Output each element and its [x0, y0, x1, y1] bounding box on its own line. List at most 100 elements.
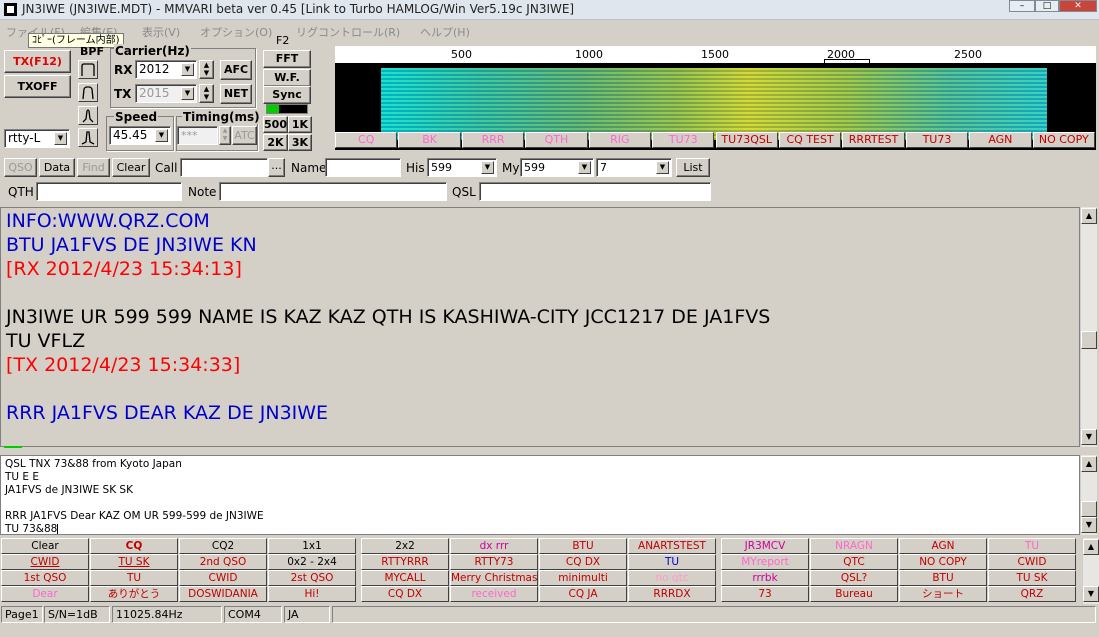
- waterfall-macro-button[interactable]: CQ TEST: [778, 132, 842, 148]
- macro-button[interactable]: RTTYRRR: [361, 554, 449, 570]
- call-input[interactable]: [180, 158, 268, 177]
- bpf-very-narrow-icon[interactable]: [78, 128, 98, 147]
- my-report-select[interactable]: 599 ▼: [520, 158, 594, 177]
- chevron-down-icon[interactable]: ▼: [656, 161, 669, 174]
- macro-button[interactable]: Merry Christmas: [450, 570, 538, 586]
- waterfall-macro-button[interactable]: AGN: [969, 132, 1032, 148]
- net-button[interactable]: NET: [220, 84, 252, 104]
- macro-button[interactable]: rrrbk: [721, 570, 809, 586]
- waterfall-macro-button[interactable]: QTH: [525, 132, 588, 148]
- macro-button[interactable]: 1st QSO: [1, 570, 89, 586]
- bpf-medium-icon[interactable]: [78, 83, 98, 102]
- waterfall-macro-button[interactable]: RRR: [461, 132, 525, 148]
- macro-button[interactable]: CQ JA: [539, 586, 627, 602]
- receive-text-area[interactable]: INFO:WWW.QRZ.COM BTU JA1FVS DE JN3IWE KN[…: [0, 207, 1080, 447]
- waterfall-macro-button[interactable]: BK: [398, 132, 461, 148]
- chevron-down-icon[interactable]: ▼: [1081, 517, 1097, 533]
- waterfall-macro-button[interactable]: RRRTEST: [842, 132, 905, 148]
- macro-button[interactable]: NO COPY: [899, 554, 987, 570]
- macro-button[interactable]: RRRDX: [628, 586, 716, 602]
- waterfall-macro-button[interactable]: RIG: [588, 132, 652, 148]
- macro-button[interactable]: DOSWIDANIA: [179, 586, 267, 602]
- macro-button[interactable]: TU: [628, 554, 716, 570]
- name-input[interactable]: [325, 158, 401, 177]
- txoff-button[interactable]: TXOFF: [4, 75, 71, 98]
- chevron-down-icon[interactable]: ▼: [181, 63, 194, 76]
- macro-button[interactable]: RTTY73: [450, 554, 538, 570]
- macro-button[interactable]: Clear: [1, 538, 89, 554]
- bandwidth-2k-button[interactable]: 2K: [263, 134, 288, 151]
- timing-input[interactable]: ***: [177, 126, 218, 145]
- bpf-narrow-icon[interactable]: [78, 106, 98, 125]
- macro-scrollbar[interactable]: ▲ ▼: [1082, 538, 1099, 604]
- macro-button[interactable]: no qtc: [628, 570, 716, 586]
- tx-button[interactable]: TX(F12): [4, 50, 71, 73]
- macro-button[interactable]: MYCALL: [361, 570, 449, 586]
- menu-options[interactable]: オプション(O): [200, 24, 272, 40]
- menu-help[interactable]: ヘルプ(H): [420, 24, 470, 40]
- macro-button[interactable]: QTC: [810, 554, 898, 570]
- chevron-down-icon[interactable]: ▼: [578, 161, 591, 174]
- atc-button[interactable]: ATC: [232, 126, 257, 145]
- band-select[interactable]: 7 ▼: [596, 158, 672, 177]
- waterfall-macro-button[interactable]: TU73: [905, 132, 969, 148]
- qso-button[interactable]: QSO: [4, 158, 37, 177]
- bandwidth-500-button[interactable]: 500: [263, 116, 288, 133]
- qsl-input[interactable]: [479, 182, 711, 201]
- waterfall-macro-button[interactable]: TU73: [652, 132, 715, 148]
- chevron-down-icon[interactable]: ▼: [181, 87, 194, 100]
- macro-button[interactable]: CWID: [1, 554, 89, 570]
- macro-button[interactable]: minimulti: [539, 570, 627, 586]
- waterfall-macro-button[interactable]: CQ: [335, 132, 398, 148]
- receive-scrollbar[interactable]: ▲ ▼: [1080, 207, 1097, 447]
- maximize-button[interactable]: □: [1035, 0, 1059, 12]
- macro-button[interactable]: AGN: [899, 538, 987, 554]
- note-input[interactable]: [219, 182, 447, 201]
- qth-input[interactable]: [36, 182, 182, 201]
- macro-button[interactable]: ありがとう: [90, 586, 178, 602]
- bpf-wide-icon[interactable]: [78, 60, 98, 79]
- fft-button[interactable]: FFT: [263, 50, 311, 68]
- chevron-up-icon[interactable]: ▲: [1081, 208, 1097, 224]
- menu-rig-control[interactable]: リグコントロール(R): [296, 24, 400, 40]
- clear-button[interactable]: Clear: [112, 158, 150, 177]
- transmit-text-area[interactable]: QSL TNX 73&88 from Kyoto Japan TU E E JA1…: [0, 455, 1080, 535]
- macro-button[interactable]: 2st QSO: [268, 570, 356, 586]
- speed-select[interactable]: 45.45 ▼: [109, 126, 171, 145]
- waterfall-button[interactable]: W.F.: [263, 69, 311, 87]
- macro-button[interactable]: Bureau: [810, 586, 898, 602]
- macro-button[interactable]: 0x2 - 2x4: [268, 554, 356, 570]
- macro-button[interactable]: Dear: [1, 586, 89, 602]
- macro-button[interactable]: 2x2: [361, 538, 449, 554]
- tx-spinner[interactable]: ▲ ▼: [199, 84, 214, 103]
- macro-button[interactable]: 73: [721, 586, 809, 602]
- macro-button[interactable]: received: [450, 586, 538, 602]
- chevron-down-icon[interactable]: ▼: [481, 161, 494, 174]
- macro-button[interactable]: ショート: [899, 586, 987, 602]
- tx-frequency-input[interactable]: 2015 ▼: [135, 84, 197, 103]
- macro-button[interactable]: dx rrr: [450, 538, 538, 554]
- chevron-up-icon[interactable]: ▲: [1081, 456, 1097, 472]
- timing-spinner[interactable]: ▲ ▼: [219, 126, 231, 145]
- minimize-button[interactable]: –: [1009, 0, 1035, 12]
- transmit-scrollbar[interactable]: ▲ ▼: [1080, 455, 1097, 535]
- macro-button[interactable]: CWID: [179, 570, 267, 586]
- scroll-thumb[interactable]: [1081, 331, 1097, 349]
- rx-spinner[interactable]: ▲ ▼: [199, 60, 214, 79]
- macro-button[interactable]: CQ DX: [539, 554, 627, 570]
- macro-button[interactable]: TU SK: [90, 554, 178, 570]
- macro-button[interactable]: JR3MCV: [721, 538, 809, 554]
- bandwidth-1k-button[interactable]: 1K: [288, 116, 312, 133]
- list-button[interactable]: List: [676, 158, 710, 177]
- macro-button[interactable]: Hi!: [268, 586, 356, 602]
- find-button[interactable]: Find: [77, 158, 110, 177]
- call-lookup-button[interactable]: ...: [268, 158, 285, 177]
- mode-select[interactable]: rtty-L ▼: [4, 129, 70, 148]
- chevron-down-icon[interactable]: ▼: [1081, 429, 1097, 445]
- his-report-select[interactable]: 599 ▼: [427, 158, 497, 177]
- chevron-down-icon[interactable]: ▼: [155, 129, 168, 142]
- waterfall-macro-button[interactable]: NO COPY: [1032, 132, 1095, 148]
- macro-button[interactable]: QSL?: [810, 570, 898, 586]
- scroll-thumb[interactable]: [1081, 501, 1097, 517]
- macro-button[interactable]: MYreport: [721, 554, 809, 570]
